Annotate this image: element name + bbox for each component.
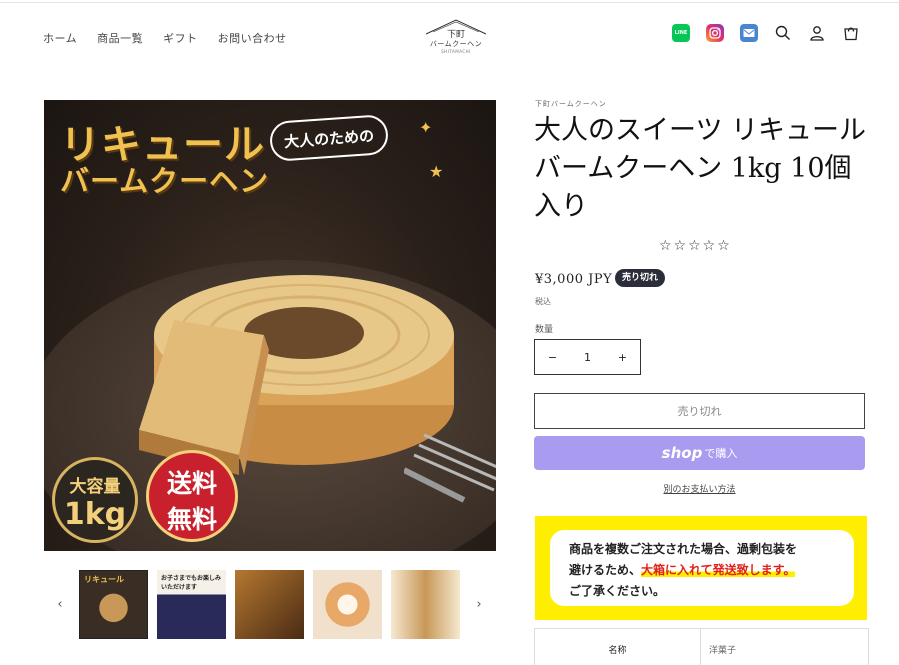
thumb-prev-button[interactable]: ‹: [50, 597, 70, 612]
thumbnail-2-label: お子さまでもお楽しみいただけます: [161, 575, 222, 591]
product-price: ¥3,000 JPY: [535, 272, 613, 287]
nav-home[interactable]: ホーム: [43, 30, 77, 46]
line-icon-text: LINE: [674, 30, 688, 36]
hero-bubble: 大人のための: [268, 113, 390, 163]
thumbnail-1[interactable]: リキュール: [79, 570, 148, 639]
rating-stars[interactable]: ☆☆☆☆☆: [659, 238, 732, 254]
thumbnail-4[interactable]: [313, 570, 382, 639]
capacity-badge-line-1: 大容量: [69, 477, 121, 497]
notice-line-2-a: 避けるため、: [569, 563, 642, 577]
notice-line-2: 避けるため、大箱に入れて発送致します。: [569, 560, 854, 581]
notice-line-1: 商品を複数ご注文された場合、過剰包装を: [569, 542, 798, 556]
thumbnail-2[interactable]: お子さまでもお楽しみいただけます: [157, 570, 226, 639]
search-icon[interactable]: [774, 24, 792, 42]
thumbnail-1-label: リキュール: [84, 575, 124, 584]
notice-line-2-highlight: 大箱に入れて発送致します。: [641, 563, 796, 577]
quantity-label: 数量: [535, 325, 554, 335]
thumbnail-3[interactable]: [235, 570, 304, 639]
site-logo[interactable]: 下町 バームクーヘン SHITAMACHI: [421, 18, 491, 58]
fork-icon: [404, 433, 496, 503]
star-icon: ✦: [419, 118, 433, 137]
nav-contact[interactable]: お問い合わせ: [218, 30, 287, 46]
account-icon[interactable]: [808, 24, 826, 42]
logo-line-2: バームクーヘン: [429, 40, 483, 48]
mail-icon[interactable]: [740, 24, 758, 42]
quantity-stepper: − 1 +: [534, 339, 641, 375]
main-nav: ホーム 商品一覧 ギフト お問い合わせ: [43, 30, 287, 46]
sold-out-button[interactable]: 売り切れ: [534, 393, 865, 429]
product-title: 大人のスイーツ リキュールバームクーヘン 1kg 10個入り: [534, 115, 867, 222]
packaging-notice: 商品を複数ご注文された場合、過剰包装を 避けるため、大箱に入れて発送致します。 …: [535, 516, 867, 620]
thumbnail-5[interactable]: [391, 570, 460, 639]
sold-out-badge: 売り切れ: [615, 269, 666, 287]
packaging-notice-text: 商品を複数ご注文された場合、過剰包装を 避けるため、大箱に入れて発送致します。 …: [550, 530, 854, 606]
capacity-badge: 大容量 1kg: [52, 457, 138, 543]
spec-value: 洋菓子: [709, 646, 737, 656]
instagram-icon[interactable]: [706, 24, 724, 42]
line-icon[interactable]: LINE: [672, 24, 690, 42]
nav-gift[interactable]: ギフト: [163, 30, 198, 46]
top-divider: [0, 2, 899, 3]
free-shipping-badge: 送料 無料: [146, 450, 238, 542]
shipping-badge-line-1: 送料: [166, 469, 217, 498]
logo-line-3: SHITAMACHI: [441, 49, 471, 54]
spec-table: 名称 洋菓子: [534, 628, 869, 665]
nav-products[interactable]: 商品一覧: [97, 30, 143, 46]
star-icon: ★: [429, 162, 444, 181]
product-vendor: 下町バームクーヘン: [535, 100, 607, 108]
quantity-input[interactable]: 1: [570, 351, 605, 364]
thumbnail-slider: ‹ リキュール お子さまでもお楽しみいただけます ›: [50, 570, 489, 639]
quantity-decrease-button[interactable]: −: [535, 351, 570, 364]
shop-pay-logo: shop: [661, 444, 703, 462]
other-payment-link[interactable]: 別のお支払い方法: [534, 482, 865, 495]
capacity-badge-line-2: 1kg: [63, 497, 127, 532]
tax-note: 税込: [535, 297, 551, 306]
product-main-image[interactable]: リキュール バームクーヘン 大人のための ✦ ★ 大容量 1kg 送料 無料: [44, 100, 496, 551]
shipping-badge-line-2: 無料: [166, 505, 217, 534]
notice-line-3: ご了承ください。: [569, 584, 666, 598]
thumb-next-button[interactable]: ›: [469, 597, 489, 612]
spec-key: 名称: [535, 629, 701, 665]
cart-icon[interactable]: [842, 24, 860, 42]
shop-pay-button[interactable]: shop で購入: [534, 436, 865, 470]
header-icons: LINE: [672, 24, 860, 42]
shop-pay-buy-label: で購入: [704, 447, 738, 460]
hero-headline-2: バームクーヘン: [60, 164, 270, 198]
quantity-increase-button[interactable]: +: [605, 351, 640, 364]
